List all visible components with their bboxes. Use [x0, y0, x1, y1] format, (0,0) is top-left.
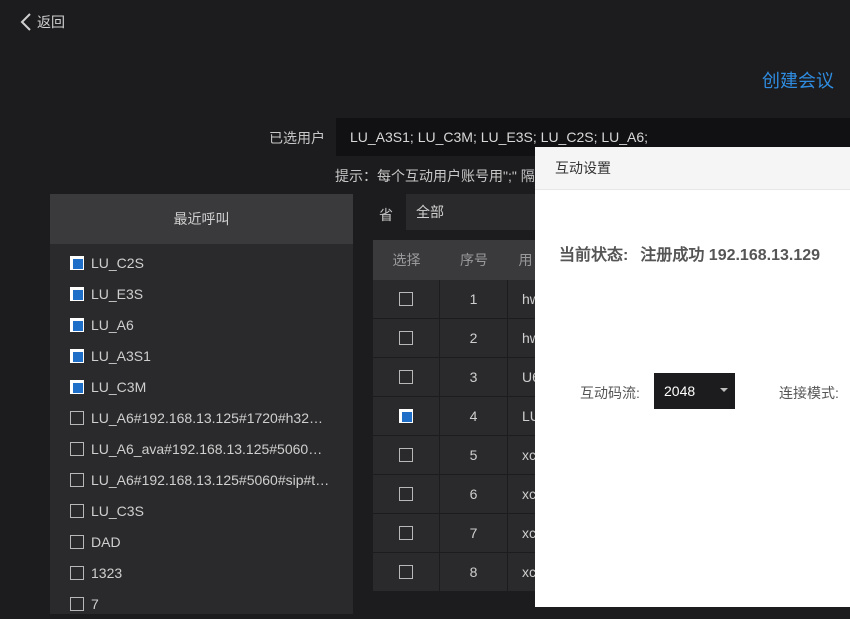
- table-row[interactable]: 4 LU: [373, 397, 543, 436]
- checkbox[interactable]: [70, 255, 84, 270]
- recent-item-label: DAD: [91, 533, 121, 550]
- recent-item-label: 1323: [91, 564, 123, 581]
- table-row[interactable]: 7 xc: [373, 514, 543, 553]
- selected-users-label: 已选用户: [269, 130, 325, 146]
- index-cell: 6: [440, 475, 508, 513]
- recent-item[interactable]: LU_A6#192.168.13.125#5060#sip#t…: [50, 464, 353, 495]
- bitrate-value: 2048: [664, 383, 696, 399]
- recent-item-label: LU_C3S: [91, 502, 144, 519]
- current-status: 当前状态: 注册成功 192.168.13.129: [559, 241, 820, 265]
- select-cell: [373, 358, 440, 396]
- recent-item[interactable]: LU_A3S1: [50, 340, 353, 371]
- row-checkbox[interactable]: [399, 370, 413, 384]
- recent-item-label: LU_A6#192.168.13.125#5060#sip#t…: [91, 471, 330, 488]
- select-cell: [373, 436, 440, 474]
- caret-down-icon: [720, 388, 728, 392]
- select-cell: [373, 475, 440, 513]
- table-row[interactable]: 6 xc: [373, 475, 543, 514]
- header-select: 选择: [392, 252, 421, 268]
- recent-item[interactable]: LU_A6_ava#192.168.13.125#5060…: [50, 433, 353, 464]
- recent-calls-title: 最近呼叫: [50, 194, 353, 244]
- checkbox[interactable]: [70, 317, 84, 332]
- select-cell: [373, 280, 440, 318]
- status-label: 当前状态:: [559, 247, 629, 264]
- table-row[interactable]: 2 hw: [373, 319, 543, 358]
- checkbox[interactable]: [70, 565, 84, 580]
- table-row[interactable]: 8 xc: [373, 553, 543, 592]
- row-checkbox[interactable]: [399, 292, 413, 306]
- index-cell: 3: [440, 358, 508, 396]
- table-body: 1 hw 2 hw 3 U6 4 LU 5 xc 6 xc 7 xc 8 xc: [373, 280, 543, 592]
- back-button[interactable]: 返回: [20, 10, 65, 34]
- index-cell: 7: [440, 514, 508, 552]
- index-cell: 4: [440, 397, 508, 435]
- index-cell: 1: [440, 280, 508, 318]
- recent-item-label: LU_A6#192.168.13.125#1720#h32…: [91, 409, 323, 426]
- recent-calls-list: LU_C2S LU_E3S LU_A6 LU_A3S1 LU_C3M LU_A6#192.…: [50, 247, 353, 619]
- recent-item[interactable]: 7: [50, 588, 353, 619]
- select-cell: [373, 514, 440, 552]
- recent-item-label: 7: [91, 595, 99, 612]
- bitrate-select[interactable]: 2048: [654, 373, 735, 409]
- user-table: 选择 序号 用 1 hw 2 hw 3 U6 4 LU 5 xc 6 xc 7 xc 8 xc: [373, 240, 543, 592]
- row-checkbox[interactable]: [399, 409, 413, 423]
- table-header: 选择 序号 用: [373, 240, 543, 280]
- row-checkbox[interactable]: [399, 565, 413, 579]
- select-cell: [373, 553, 440, 591]
- recent-item[interactable]: LU_A6#192.168.13.125#1720#h32…: [50, 402, 353, 433]
- recent-item[interactable]: 1323: [50, 557, 353, 588]
- recent-item[interactable]: LU_A6: [50, 309, 353, 340]
- recent-item-label: LU_C2S: [91, 254, 144, 271]
- checkbox[interactable]: [70, 534, 84, 549]
- checkbox[interactable]: [70, 596, 84, 611]
- status-value: 注册成功 192.168.13.129: [640, 247, 821, 264]
- recent-calls-panel: 最近呼叫 LU_C2S LU_E3S LU_A6 LU_A3S1 LU_C3M LU_A6…: [50, 194, 353, 614]
- recent-item-label: LU_E3S: [91, 285, 144, 302]
- checkbox[interactable]: [70, 286, 84, 301]
- chevron-left-icon: [20, 13, 31, 31]
- recent-item[interactable]: LU_C2S: [50, 247, 353, 278]
- recent-item-label: LU_A3S1: [91, 347, 151, 364]
- index-cell: 8: [440, 553, 508, 591]
- recent-item[interactable]: LU_C3M: [50, 371, 353, 402]
- connection-mode-label: 连接模式:: [779, 385, 839, 401]
- dialog-title: 互动设置: [535, 147, 850, 190]
- select-cell: [373, 397, 440, 435]
- checkbox[interactable]: [70, 472, 84, 487]
- checkbox[interactable]: [70, 379, 84, 394]
- recent-item-label: LU_A6: [91, 316, 134, 333]
- row-checkbox[interactable]: [399, 526, 413, 540]
- select-cell: [373, 319, 440, 357]
- bitrate-label: 互动码流:: [580, 385, 640, 401]
- row-checkbox[interactable]: [399, 487, 413, 501]
- checkbox[interactable]: [70, 503, 84, 518]
- table-row[interactable]: 1 hw: [373, 280, 543, 319]
- checkbox[interactable]: [70, 410, 84, 425]
- hint-text: 提示：每个互动用户账号用";" 隔: [335, 168, 535, 184]
- index-cell: 2: [440, 319, 508, 357]
- recent-item[interactable]: LU_E3S: [50, 278, 353, 309]
- header-index: 序号: [460, 252, 488, 268]
- create-meeting-button[interactable]: 创建会议: [762, 67, 834, 93]
- table-row[interactable]: 3 U6: [373, 358, 543, 397]
- recent-item-label: LU_A6_ava#192.168.13.125#5060…: [91, 440, 323, 457]
- recent-item[interactable]: LU_C3S: [50, 495, 353, 526]
- checkbox[interactable]: [70, 348, 84, 363]
- checkbox[interactable]: [70, 441, 84, 456]
- province-label: 省: [379, 207, 393, 223]
- table-row[interactable]: 5 xc: [373, 436, 543, 475]
- recent-item-label: LU_C3M: [91, 378, 147, 395]
- row-checkbox[interactable]: [399, 331, 413, 345]
- recent-item[interactable]: DAD: [50, 526, 353, 557]
- row-checkbox[interactable]: [399, 448, 413, 462]
- back-label: 返回: [37, 14, 65, 30]
- index-cell: 5: [440, 436, 508, 474]
- interaction-settings-dialog: 互动设置 当前状态: 注册成功 192.168.13.129 互动码流: 2048…: [535, 147, 850, 607]
- province-select[interactable]: 全部: [406, 194, 546, 230]
